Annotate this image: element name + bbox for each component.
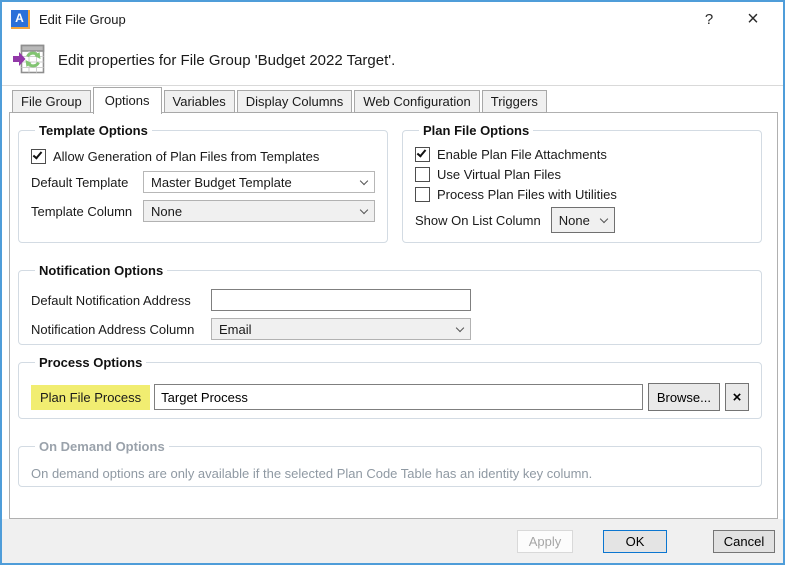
apply-button[interactable]: Apply (517, 530, 573, 553)
allow-generation-label: Allow Generation of Plan Files from Temp… (53, 149, 319, 164)
template-options-title: Template Options (35, 123, 152, 138)
notification-address-column-combobox[interactable]: Email (211, 318, 471, 340)
notification-options-group: Notification Options Default Notificatio… (18, 263, 762, 345)
template-column-value: None (151, 204, 182, 219)
file-group-sync-icon (12, 43, 46, 78)
edit-file-group-dialog: A Edit File Group ? × Edit properties (0, 0, 785, 565)
tab-triggers[interactable]: Triggers (482, 90, 547, 113)
tab-options[interactable]: Options (93, 87, 162, 114)
template-options-group: Template Options Allow Generation of Pla… (18, 123, 388, 243)
template-column-label: Template Column (31, 204, 143, 219)
browse-button[interactable]: Browse... (648, 383, 720, 411)
virtual-plan-files-checkbox[interactable]: Use Virtual Plan Files (415, 167, 561, 182)
default-template-combobox[interactable]: Master Budget Template (143, 171, 375, 193)
process-options-title: Process Options (35, 355, 146, 370)
default-template-label: Default Template (31, 175, 143, 190)
default-template-value: Master Budget Template (151, 175, 292, 190)
enable-attachments-checkbox[interactable]: Enable Plan File Attachments (415, 147, 607, 162)
cancel-button[interactable]: Cancel (713, 530, 775, 553)
tab-display-columns[interactable]: Display Columns (237, 90, 353, 113)
tab-variables[interactable]: Variables (164, 90, 235, 113)
checkbox-icon (415, 167, 430, 182)
help-button[interactable]: ? (687, 2, 731, 36)
close-icon[interactable]: × (731, 2, 775, 36)
tab-web-configuration[interactable]: Web Configuration (354, 90, 479, 113)
show-on-list-column-combobox[interactable]: None (551, 207, 615, 233)
options-tab-page: Template Options Allow Generation of Pla… (9, 112, 778, 519)
checkbox-icon (415, 147, 430, 162)
window-title: Edit File Group (39, 12, 126, 27)
dialog-description: Edit properties for File Group 'Budget 2… (58, 52, 395, 69)
virtual-plan-files-label: Use Virtual Plan Files (437, 167, 561, 182)
notification-options-title: Notification Options (35, 263, 167, 278)
plan-file-process-input[interactable] (154, 384, 643, 410)
on-demand-options-group: On Demand Options On demand options are … (18, 439, 762, 487)
dialog-header: Edit properties for File Group 'Budget 2… (2, 36, 783, 86)
chevron-down-icon (360, 205, 368, 213)
tab-file-group[interactable]: File Group (12, 90, 91, 113)
enable-attachments-label: Enable Plan File Attachments (437, 147, 607, 162)
allow-generation-checkbox[interactable]: Allow Generation of Plan Files from Temp… (31, 149, 319, 164)
default-notification-address-input[interactable] (211, 289, 471, 311)
dialog-footer: Apply OK Cancel (2, 519, 783, 563)
plan-file-process-label: Plan File Process (31, 385, 150, 410)
plan-file-options-title: Plan File Options (419, 123, 533, 138)
on-demand-options-title: On Demand Options (35, 439, 169, 454)
checkbox-icon (31, 149, 46, 164)
default-notification-address-label: Default Notification Address (31, 293, 211, 308)
process-options-group: Process Options Plan File Process Browse… (18, 355, 762, 419)
notification-address-column-value: Email (219, 322, 252, 337)
clear-icon[interactable]: × (725, 383, 749, 411)
show-on-list-column-label: Show On List Column (415, 213, 541, 228)
chevron-down-icon (360, 176, 368, 184)
plan-file-options-group: Plan File Options Enable Plan File Attac… (402, 123, 762, 243)
chevron-down-icon (599, 214, 607, 222)
process-with-utilities-label: Process Plan Files with Utilities (437, 187, 617, 202)
notification-address-column-label: Notification Address Column (31, 322, 211, 337)
show-on-list-column-value: None (559, 213, 590, 228)
tab-strip: File Group Options Variables Display Col… (12, 87, 549, 114)
app-icon: A (11, 10, 30, 29)
template-column-combobox[interactable]: None (143, 200, 375, 222)
on-demand-message: On demand options are only available if … (31, 466, 749, 481)
process-with-utilities-checkbox[interactable]: Process Plan Files with Utilities (415, 187, 617, 202)
chevron-down-icon (456, 323, 464, 331)
checkbox-icon (415, 187, 430, 202)
ok-button[interactable]: OK (603, 530, 667, 553)
title-bar: A Edit File Group ? × (2, 2, 783, 36)
